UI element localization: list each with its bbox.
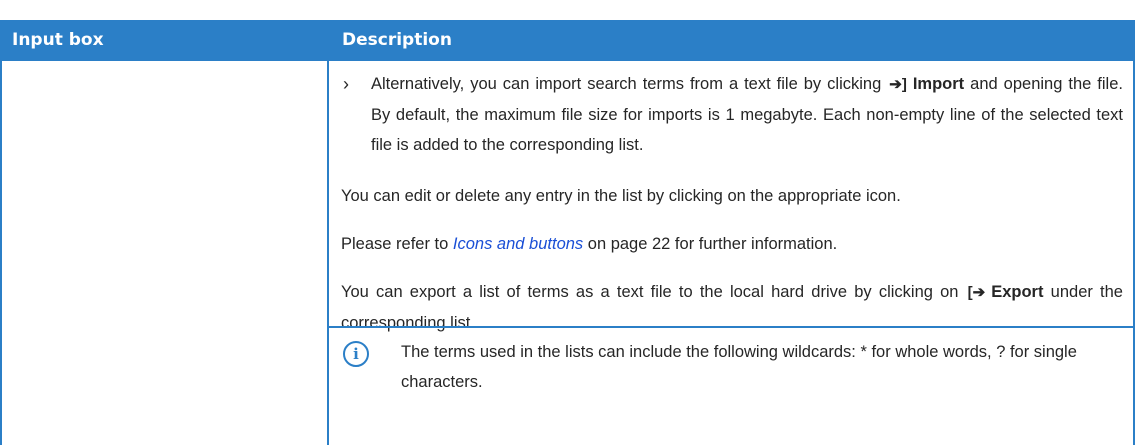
export-icon: [➔ (967, 284, 986, 301)
table-border-left (0, 61, 2, 445)
header-input-box: Input box (12, 30, 104, 50)
doc-table: Input box Description › Alternatively, y… (0, 0, 1135, 445)
reference-paragraph: Please refer to Icons and buttons on pag… (341, 235, 838, 253)
chevron-right-icon: › (343, 74, 349, 94)
info-icon: i (343, 341, 369, 367)
table-header: Input box Description (0, 20, 1135, 61)
list-item-text: Alternatively, you can import search ter… (371, 69, 1123, 160)
header-description: Description (342, 30, 452, 50)
column-divider (327, 61, 329, 445)
note-text: The terms used in the lists can include … (401, 343, 1077, 391)
icons-and-buttons-link[interactable]: Icons and buttons (453, 235, 583, 253)
info-note: i The terms used in the lists can includ… (341, 337, 1123, 397)
list-item: › Alternatively, you can import search t… (341, 69, 1123, 160)
import-label: Import (912, 75, 965, 93)
export-label: Export (991, 283, 1044, 301)
note-divider (329, 326, 1133, 328)
edit-delete-paragraph: You can edit or delete any entry in the … (341, 187, 901, 205)
export-paragraph: You can export a list of terms as a text… (341, 277, 1123, 338)
import-icon: ➔] (889, 76, 907, 93)
